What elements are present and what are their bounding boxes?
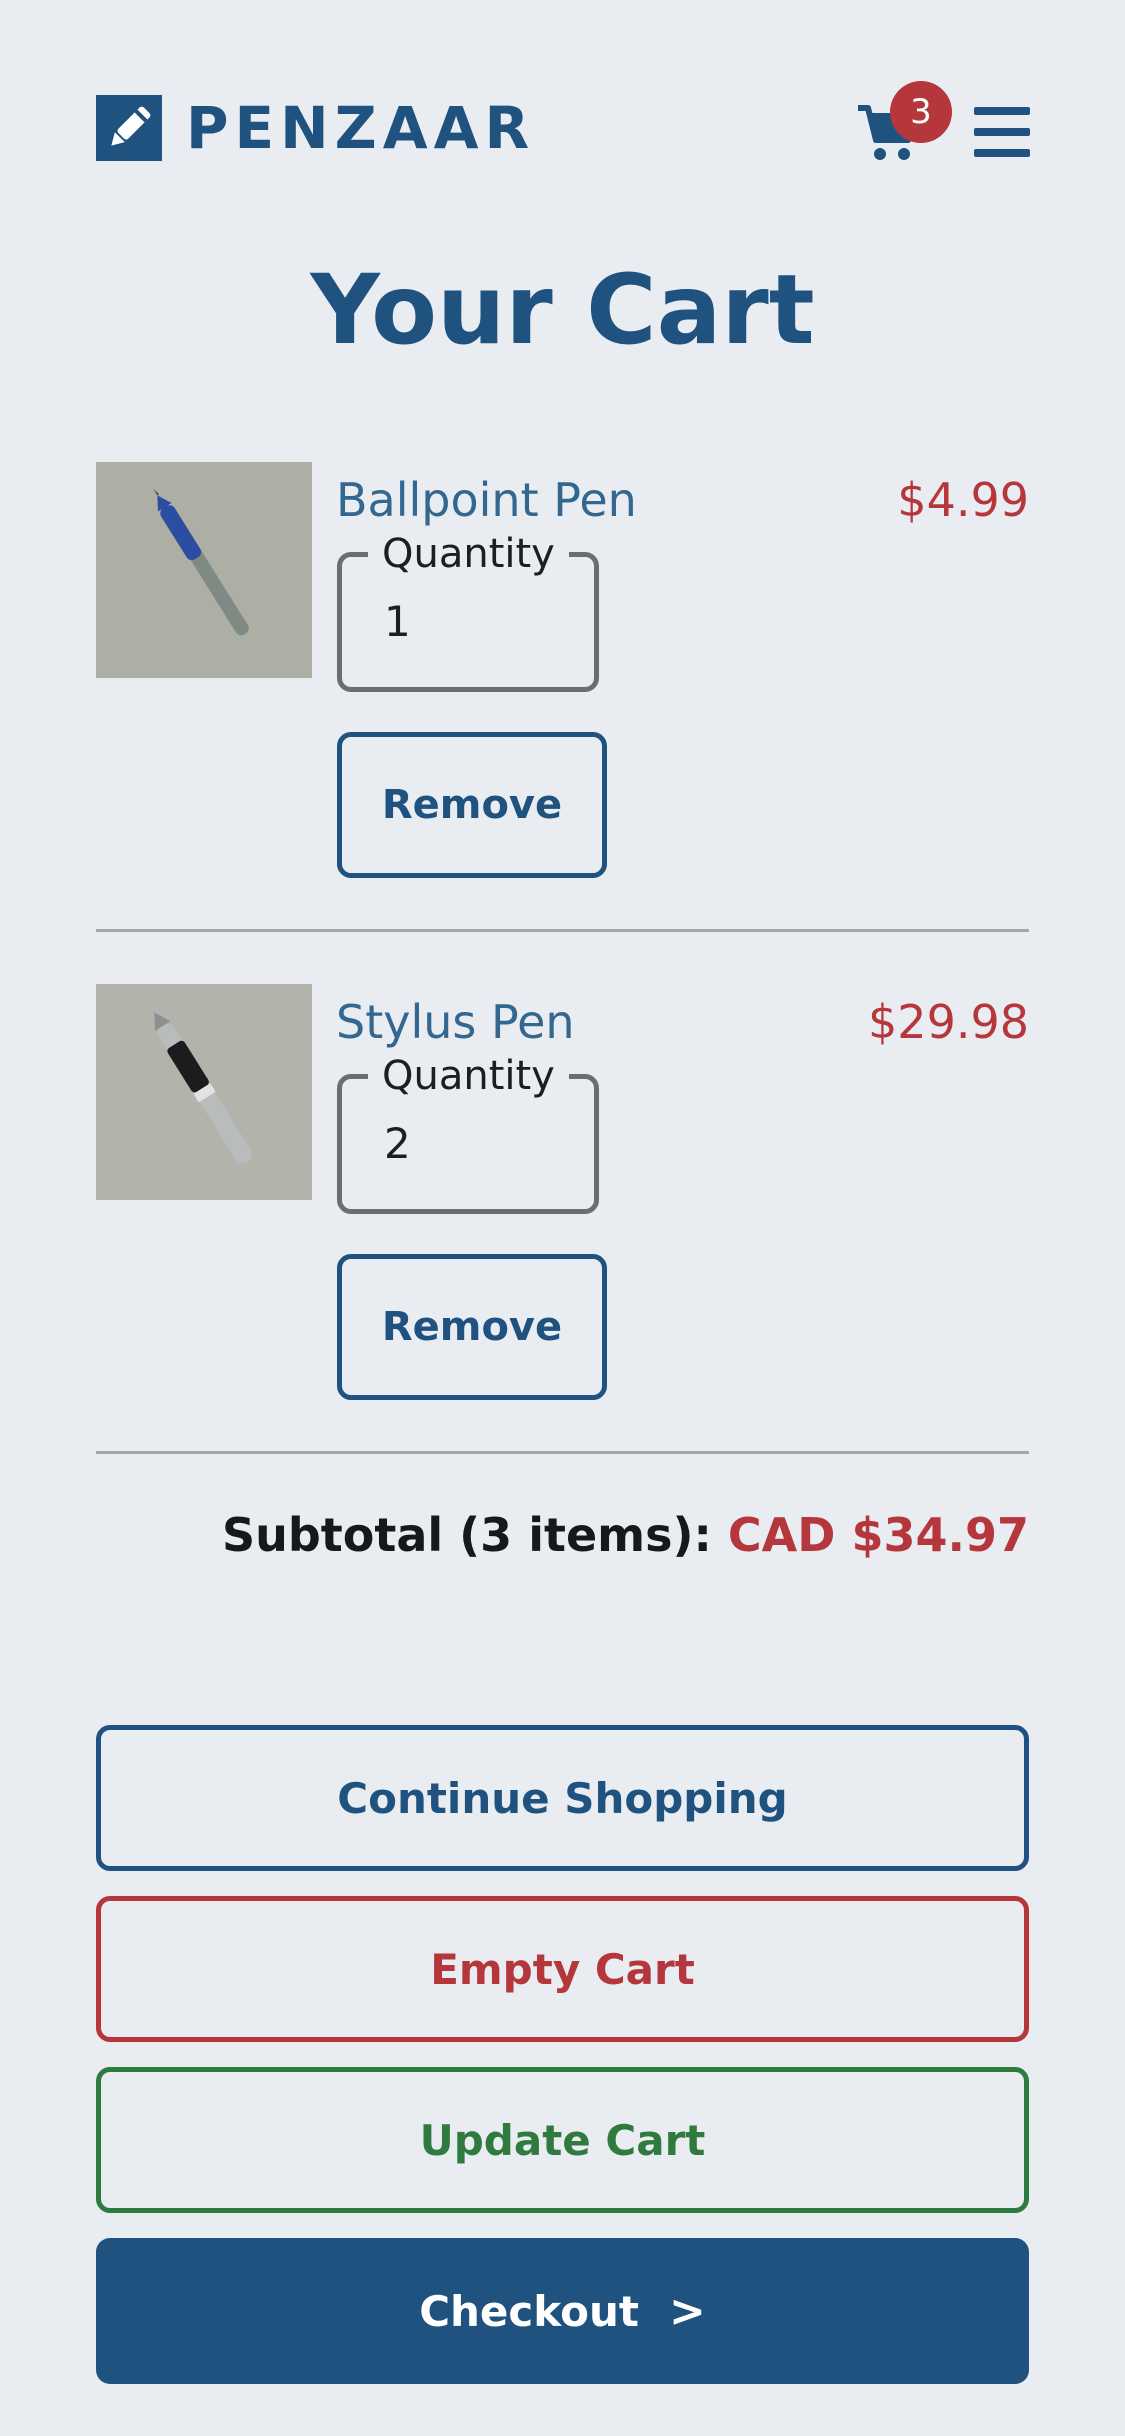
remove-button[interactable]: Remove [337, 732, 607, 878]
quantity-value[interactable]: 1 [384, 597, 564, 646]
page-title: Your Cart [310, 254, 815, 366]
quantity-label: Quantity [368, 1049, 569, 1103]
product-image-ballpoint-pen [96, 462, 312, 678]
subtotal: Subtotal (3 items): CAD $34.97 [222, 1500, 1029, 1570]
quantity-value[interactable]: 2 [384, 1119, 564, 1168]
empty-cart-button[interactable]: Empty Cart [96, 1896, 1029, 2042]
product-image-stylus-pen [96, 984, 312, 1200]
brand-name: PENZAAR [186, 94, 536, 162]
update-cart-button[interactable]: Update Cart [96, 2067, 1029, 2213]
remove-button[interactable]: Remove [337, 1254, 607, 1400]
subtotal-value: CAD $34.97 [727, 1508, 1029, 1562]
cart-count-badge: 3 [890, 81, 952, 143]
quantity-field[interactable]: Quantity 2 [337, 1049, 599, 1214]
item-name[interactable]: Stylus Pen [336, 994, 575, 1050]
cart-item: Ballpoint Pen $4.99 Quantity 1 Remove [96, 462, 1029, 984]
item-price: $29.98 [868, 995, 1029, 1049]
subtotal-label: Subtotal (3 items): [221, 1508, 712, 1562]
checkout-button[interactable]: Checkout > [96, 2238, 1029, 2384]
quantity-field[interactable]: Quantity 1 [337, 527, 599, 692]
hamburger-menu-icon[interactable] [974, 107, 1030, 157]
item-name[interactable]: Ballpoint Pen [336, 472, 637, 528]
continue-shopping-button[interactable]: Continue Shopping [96, 1725, 1029, 1871]
quantity-label: Quantity [368, 527, 569, 581]
cart-item: Stylus Pen $29.98 Quantity 2 Remove [96, 984, 1029, 1506]
item-divider [96, 929, 1029, 932]
checkout-label: Checkout [419, 2286, 639, 2336]
chevron-right-icon: > [668, 2285, 706, 2337]
pen-logo-icon [96, 95, 162, 161]
item-divider [96, 1451, 1029, 1454]
item-price: $4.99 [897, 473, 1029, 527]
brand-logo[interactable]: PENZAAR [96, 95, 535, 161]
